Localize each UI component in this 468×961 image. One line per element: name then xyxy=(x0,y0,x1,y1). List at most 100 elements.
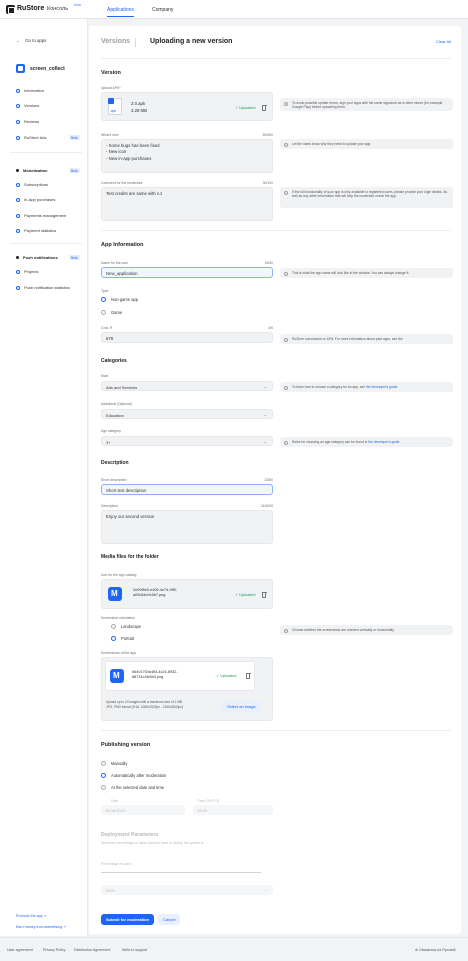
icon-label: Icon for the app catalog xyxy=(101,573,137,577)
additional-category-select[interactable]: Education ⌄ xyxy=(101,409,273,419)
radio-unchecked-icon xyxy=(111,624,116,629)
comment-textarea[interactable]: Test credits are same with v.1 xyxy=(101,187,273,221)
age-category-select[interactable]: 3+ ⌄ xyxy=(101,436,273,446)
rustore-logo-icon[interactable] xyxy=(6,5,15,14)
description-textarea[interactable]: Enjoy our second version xyxy=(101,510,273,544)
back-label: Go to apps xyxy=(25,38,47,43)
earn-money-link[interactable]: Earn money from advertising ↗ xyxy=(16,925,66,929)
screenshot-file-card: 664017f2dc8f3-4c24-8932-88731c4fc5b3.png… xyxy=(105,661,255,691)
sidebar-item-subscriptions[interactable]: Subscriptions xyxy=(16,182,48,187)
categories-title: Categories xyxy=(101,358,127,364)
info-icon xyxy=(284,271,288,276)
app-name: screen_collect xyxy=(30,66,65,72)
time-label: Time (GMT+3) xyxy=(197,799,220,803)
sidebar-section-monetization[interactable]: Monetization xyxy=(16,168,47,173)
radio-scheduled[interactable]: At the selected date and time xyxy=(101,785,164,790)
tab-company[interactable]: Company xyxy=(152,7,173,13)
cancel-button[interactable]: Cancel xyxy=(158,914,181,925)
footer-link-user-agreement[interactable]: User agreement xyxy=(7,948,33,952)
projects-icon xyxy=(16,269,20,274)
sidebar-item-versions[interactable]: Versions xyxy=(16,103,39,108)
sidebar-divider xyxy=(10,152,82,153)
price-label: Cost, ₽ xyxy=(101,326,113,330)
whats-new-textarea[interactable]: - Some bugs has been fixed - New icon - … xyxy=(101,139,273,173)
versions-breadcrumb[interactable]: Versions xyxy=(101,38,130,45)
sidebar-item-push-statistics[interactable]: Push notification statistics xyxy=(16,285,70,290)
chevron-down-icon: ⌄ xyxy=(263,412,267,417)
arrow-left-icon: ← xyxy=(16,38,21,43)
developer-guide-link[interactable]: the developer's guide xyxy=(368,440,399,444)
sidebar-item-rustore-ads[interactable]: RuStore Ads xyxy=(16,135,46,140)
divider xyxy=(101,230,451,231)
page-title: Uploading a new version xyxy=(150,38,233,45)
sidebar-item-projects[interactable]: Projects xyxy=(16,269,38,274)
sidebar-item-in-app-purchases[interactable]: In-App purchases xyxy=(16,197,55,202)
radio-portrait[interactable]: Portrait xyxy=(111,636,134,641)
icon-file-name: 2e90f8e0-e409-4e74-9ff5- a09c84e0c5b7.png xyxy=(133,588,178,598)
app-icon xyxy=(16,64,25,73)
radio-landscape[interactable]: Landscape xyxy=(111,624,141,629)
sidebar-item-payment-statistics[interactable]: Payment statistics xyxy=(16,228,56,233)
chevron-down-icon: ⌄ xyxy=(264,887,268,892)
percentage-slider[interactable] xyxy=(101,872,261,873)
sidebar-item-payments-management[interactable]: Payments management xyxy=(16,213,66,218)
clear-all-button[interactable]: Clear All xyxy=(436,39,451,44)
percentage-select[interactable]: 100% ⌄ xyxy=(101,885,273,895)
footer-link-support[interactable]: Write to support xyxy=(122,948,147,952)
name-label: Name for the user xyxy=(101,261,129,265)
ads-icon xyxy=(16,135,20,140)
info-icon xyxy=(284,190,288,195)
sidebar-item-reviews[interactable]: Reviews xyxy=(16,119,39,124)
sidebar-section-push[interactable]: Push notifications xyxy=(16,255,58,260)
select-image-button[interactable]: Select an image xyxy=(222,701,261,712)
divider xyxy=(101,58,451,59)
sidebar-item-information[interactable]: Information xyxy=(16,88,44,93)
main-category-select[interactable]: Ads and Services ⌄ xyxy=(101,381,273,391)
radio-unchecked-icon xyxy=(101,761,106,766)
radio-game[interactable]: Game xyxy=(101,310,122,315)
name-hint: This is what the app name will look like… xyxy=(280,268,453,278)
language-switch[interactable]: ⊕ Связаться на Русский xyxy=(415,948,456,952)
age-hint: Rules for choosing an age category can b… xyxy=(280,437,453,447)
whats-new-label: What's new xyxy=(101,133,119,137)
submit-button[interactable]: Submit for moderation xyxy=(101,914,154,925)
stats-icon xyxy=(16,285,20,290)
brand-name[interactable]: RuStore xyxy=(17,5,44,12)
divider xyxy=(101,730,451,731)
sidebar: ← Go to apps xyxy=(0,19,88,936)
promote-app-link[interactable]: Promote the app ↗ xyxy=(16,914,47,918)
info-icon xyxy=(284,142,288,147)
orientation-hint: Choose whether the screenshots are orien… xyxy=(280,625,453,635)
radio-checked-icon xyxy=(101,297,106,302)
time-input[interactable]: 19:00 xyxy=(193,805,273,815)
tab-applications[interactable]: Applications xyxy=(107,7,134,17)
info-icon xyxy=(284,337,288,342)
short-description-input[interactable]: Short test description xyxy=(101,484,273,495)
date-input[interactable]: 15.08.2023 xyxy=(101,805,185,815)
delete-apk-icon[interactable] xyxy=(262,105,267,111)
radio-non-game[interactable]: Non-game app xyxy=(101,297,138,302)
chevron-down-icon: ⌄ xyxy=(263,439,267,444)
radio-manually[interactable]: Manually xyxy=(101,761,127,766)
back-to-apps[interactable]: ← Go to apps xyxy=(16,38,46,43)
apk-file-size: 3.28 MB xyxy=(131,108,148,113)
versions-icon xyxy=(16,103,20,108)
additional-category-label: Additional (Optional) xyxy=(101,402,132,406)
whats-new-counter: 60/500 xyxy=(262,133,273,137)
short-description-counter: 22/80 xyxy=(264,478,274,482)
footer-link-distribution[interactable]: Distribution Agreement xyxy=(74,948,110,952)
type-label: Type xyxy=(101,289,109,293)
media-title: Media files for the folder xyxy=(101,554,159,560)
delete-icon-file-icon[interactable] xyxy=(262,592,267,598)
radio-checked-icon xyxy=(101,773,106,778)
developer-guide-link[interactable]: the developer's guide xyxy=(366,385,397,389)
app-logo-icon xyxy=(108,587,122,601)
delete-screenshot-icon[interactable] xyxy=(246,673,251,679)
app-name-input[interactable]: New_application xyxy=(101,267,273,278)
price-input[interactable]: 678 xyxy=(101,332,273,343)
chevron-down-icon: ⌄ xyxy=(263,384,267,389)
footer-link-privacy[interactable]: Privacy Policy xyxy=(43,948,65,952)
main-panel: Versions Uploading a new version Clear A… xyxy=(89,26,461,934)
radio-automatically[interactable]: Automatically after moderation xyxy=(101,773,166,778)
screenshot-uploaded-status: ✓ Uploaded xyxy=(216,674,237,678)
